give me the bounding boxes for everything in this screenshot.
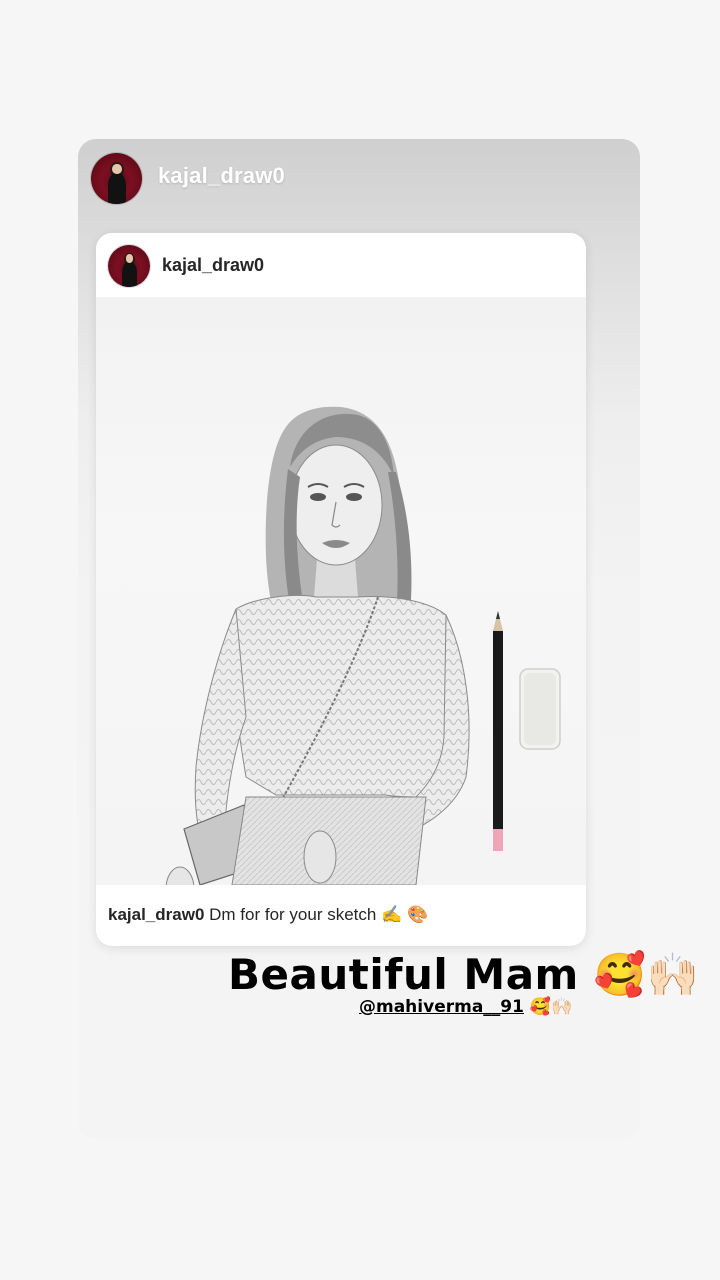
pencil-sketch-portrait	[165, 406, 561, 885]
caption-text: Dm for for your sketch ✍️ 🎨	[209, 905, 429, 924]
caption-username[interactable]: kajal_draw0	[108, 905, 204, 924]
story-author-avatar[interactable]	[91, 153, 142, 204]
mention-handle[interactable]: @mahiverma__91	[359, 997, 524, 1017]
pencil-icon	[493, 611, 503, 851]
mention-sticker[interactable]: @mahiverma__91 🥰🙌🏻	[359, 997, 572, 1017]
post-image	[96, 297, 586, 885]
eraser-icon	[519, 668, 561, 750]
mention-emojis: 🥰🙌🏻	[529, 997, 573, 1017]
post-author-username[interactable]: kajal_draw0	[162, 255, 264, 276]
shared-post-card[interactable]: kajal_draw0 kajal_draw0 Dm for for your …	[96, 233, 586, 946]
story-author-username[interactable]: kajal_draw0	[158, 163, 285, 189]
story-overlay-text: Beautiful Mam 🥰🙌🏻	[228, 950, 700, 999]
post-author-avatar[interactable]	[108, 245, 150, 287]
post-caption: kajal_draw0 Dm for for your sketch ✍️ 🎨	[108, 905, 578, 925]
post-header: kajal_draw0	[96, 233, 586, 297]
